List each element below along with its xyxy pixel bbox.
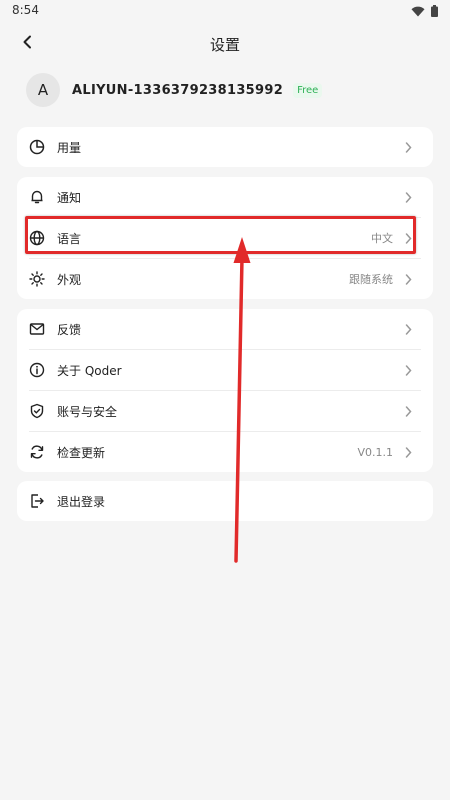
annotation-highlight-box	[25, 216, 416, 254]
chevron-right-icon	[405, 323, 415, 335]
logout-card: 退出登录	[17, 481, 433, 521]
mail-icon	[29, 321, 45, 337]
settings-item-about[interactable]: 关于 Qoder	[29, 349, 421, 390]
avatar: A	[26, 73, 60, 107]
status-icons	[411, 4, 438, 18]
sun-icon	[29, 271, 45, 287]
settings-item-logout[interactable]: 退出登录	[17, 481, 433, 521]
info-icon	[29, 362, 45, 378]
settings-item-usage[interactable]: 用量	[17, 127, 433, 167]
plan-badge: Free	[293, 82, 323, 98]
settings-item-label: 账号与安全	[57, 404, 118, 419]
settings-item-notifications[interactable]: 通知	[17, 177, 433, 217]
chevron-right-icon	[405, 191, 415, 203]
battery-icon	[431, 2, 438, 21]
chevron-right-icon	[405, 405, 415, 417]
pie-chart-icon	[29, 139, 45, 155]
status-time: 8:54	[12, 3, 39, 17]
refresh-icon	[29, 444, 45, 460]
chevron-right-icon	[405, 273, 415, 285]
settings-item-label: 外观	[57, 272, 82, 287]
account-header: A ALIYUN-1336379238135992 Free	[26, 72, 323, 108]
settings-item-check-update[interactable]: 检查更新 V0.1.1	[29, 431, 421, 472]
settings-item-label: 检查更新	[57, 445, 106, 460]
settings-item-feedback[interactable]: 反馈	[17, 309, 433, 349]
settings-item-label: 关于 Qoder	[57, 363, 122, 378]
settings-item-label: 通知	[57, 190, 82, 205]
settings-item-account-security[interactable]: 账号与安全	[29, 390, 421, 431]
usage-card: 用量	[17, 127, 433, 167]
logout-icon	[29, 493, 45, 509]
support-card: 反馈 关于 Qoder 账号与安全 检查更新 V0.1.1	[17, 309, 433, 472]
version-value: V0.1.1	[357, 445, 393, 459]
top-bar: 设置	[0, 28, 450, 58]
settings-item-label: 用量	[57, 140, 82, 155]
chevron-right-icon	[405, 141, 415, 153]
bell-icon	[29, 189, 45, 205]
settings-item-label: 反馈	[57, 322, 82, 337]
settings-item-label: 退出登录	[57, 494, 106, 509]
settings-item-appearance[interactable]: 外观 跟随系统	[29, 258, 421, 299]
page-title: 设置	[209, 36, 240, 54]
status-bar: 8:54	[0, 0, 450, 22]
chevron-right-icon	[405, 364, 415, 376]
account-name: ALIYUN-1336379238135992	[72, 82, 284, 98]
shield-icon	[29, 403, 45, 419]
chevron-right-icon	[405, 446, 415, 458]
appearance-value: 跟随系统	[349, 273, 393, 286]
wifi-icon	[411, 2, 425, 21]
